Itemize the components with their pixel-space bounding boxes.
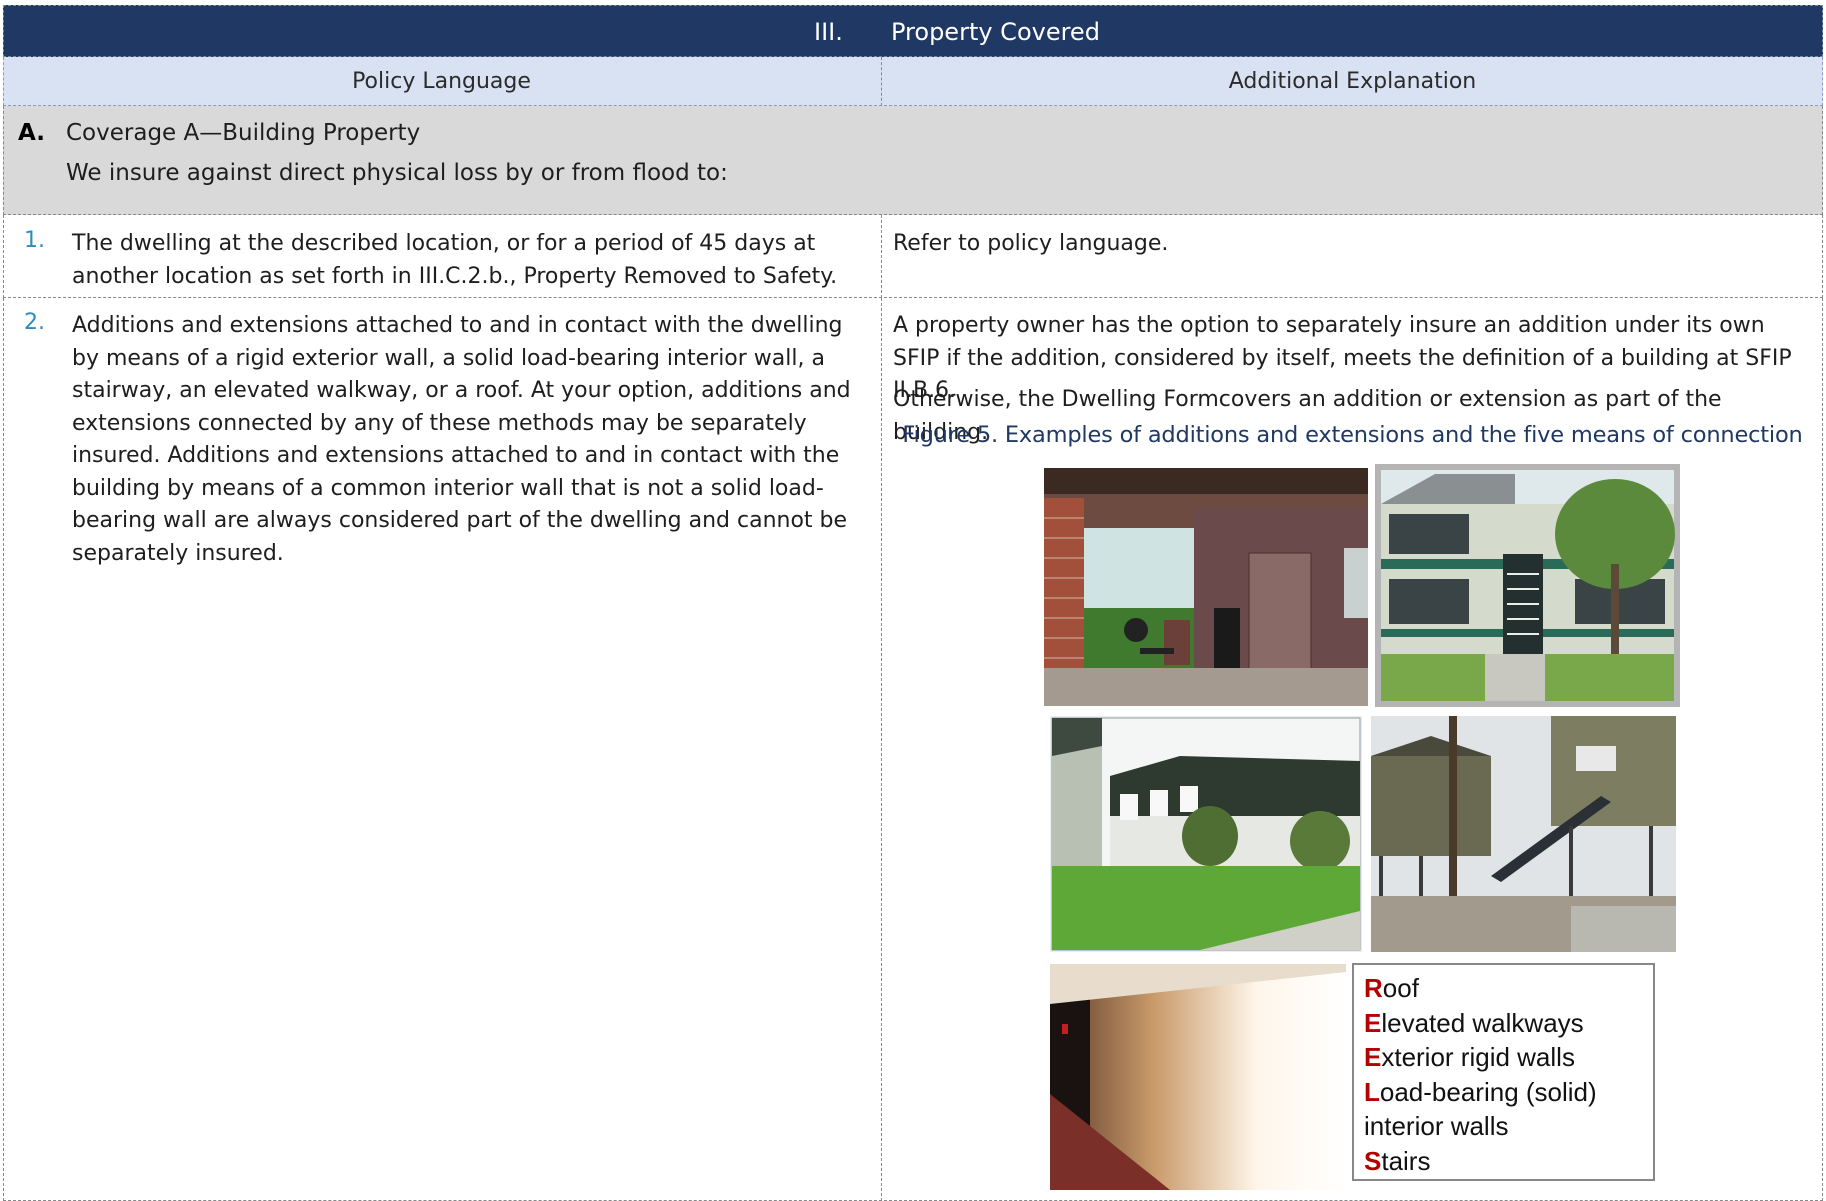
coverage-a-row: A. Coverage A—Building Property We insur…	[3, 106, 1823, 215]
item-number: 1.	[24, 228, 45, 253]
five-means-legend: Roof Elevated walkways Exterior rigid wa…	[1352, 963, 1655, 1181]
column-header-additional-explanation: Additional Explanation	[1228, 69, 1477, 94]
photo-elevated-walkway	[1371, 716, 1676, 952]
column-divider	[881, 215, 882, 298]
section-number: III.	[814, 18, 843, 46]
photo-brick-addition	[1044, 468, 1368, 706]
photo-apartment-stairway	[1375, 464, 1680, 707]
item-policy-text: Additions and extensions attached to and…	[72, 313, 851, 566]
property-covered-table: III. Property Covered Policy Language Ad…	[0, 5, 1826, 1201]
coverage-letter: A.	[18, 120, 45, 146]
legend-item-roof: Roof	[1364, 973, 1419, 1003]
item-row-1: 1. The dwelling at the described locatio…	[3, 215, 1823, 298]
legend-item-stairs: Stairs	[1364, 1145, 1431, 1176]
item-row-2: 2. Additions and extensions attached to …	[3, 298, 1823, 1201]
item-policy-text: The dwelling at the described location, …	[72, 231, 838, 289]
section-header: III. Property Covered	[3, 5, 1823, 57]
coverage-title: Coverage A—Building Property	[66, 120, 421, 146]
photo-wall-connection	[1050, 716, 1362, 952]
section-title: Property Covered	[891, 18, 1100, 46]
photo-interior-wall-hallway	[1050, 964, 1346, 1190]
item-number: 2.	[24, 310, 45, 335]
legend-item-elevated-walkways: Elevated walkways	[1364, 1007, 1584, 1038]
column-header-row: Policy Language Additional Explanation	[3, 57, 1823, 106]
legend-item-exterior-rigid-walls: Exterior rigid walls	[1364, 1042, 1575, 1072]
coverage-intro: We insure against direct physical loss b…	[66, 160, 728, 186]
legend-item-interior-walls: interior walls	[1364, 1111, 1509, 1141]
column-header-policy-language: Policy Language	[352, 69, 531, 94]
figure-caption: Figure 5. Examples of additions and exte…	[902, 422, 1803, 448]
legend-item-load-bearing: Load-bearing (solid)	[1364, 1076, 1597, 1107]
item-explanation-text: Refer to policy language.	[893, 231, 1169, 256]
